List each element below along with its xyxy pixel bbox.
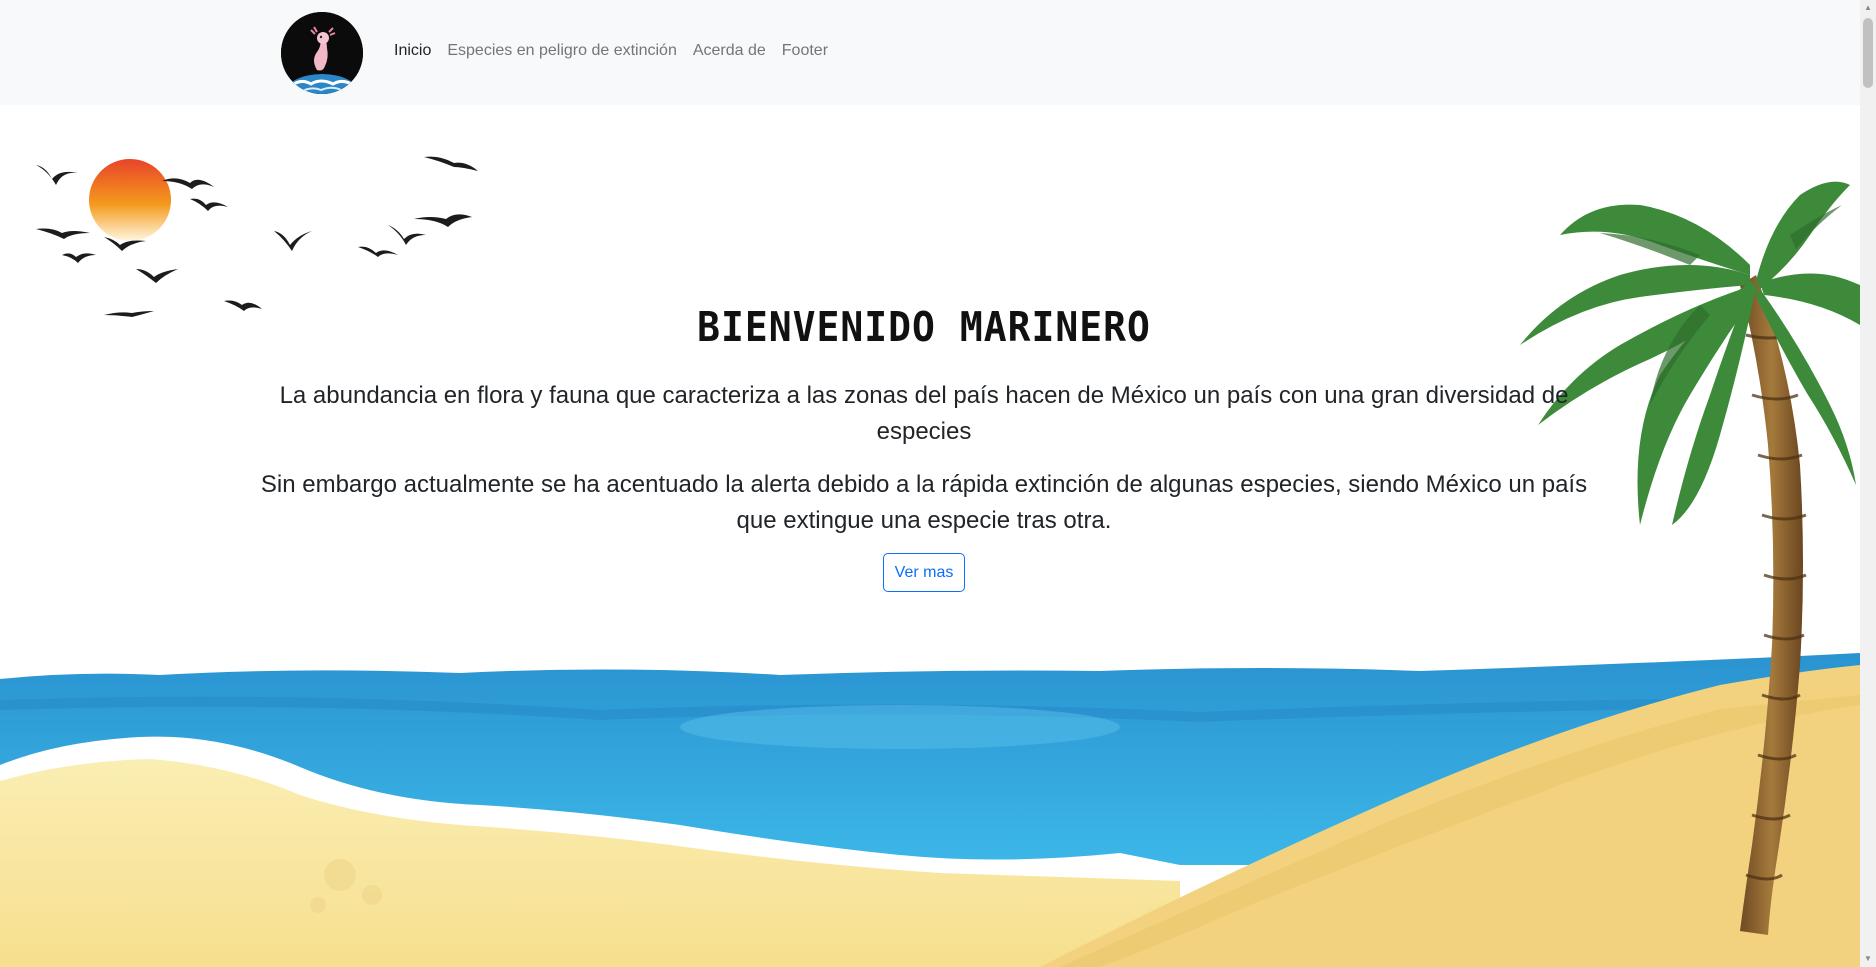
brand-logo[interactable] [281,12,363,94]
scroll-thumb[interactable] [1863,18,1873,88]
scrollbar[interactable]: ▲ ▼ [1860,0,1876,967]
scroll-down-arrow-icon[interactable]: ▼ [1863,954,1873,964]
nav-link-especies[interactable]: Especies en peligro de extinción [439,42,684,60]
ver-mas-button[interactable]: Ver mas [883,553,965,592]
sun-icon [89,159,171,241]
scroll-up-arrow-icon[interactable]: ▲ [1863,3,1873,13]
nav-link-acerca[interactable]: Acerda de [685,42,774,60]
hero-paragraph-2: Sin embargo actualmente se ha acentuado … [260,471,1588,534]
nav-link-footer[interactable]: Footer [774,42,836,60]
hero-paragraph-1: La abundancia en flora y fauna que carac… [279,382,1569,445]
nav-links: Inicio Especies en peligro de extinción … [386,42,836,60]
navbar: Inicio Especies en peligro de extinción … [0,0,1860,105]
nav-link-inicio[interactable]: Inicio [386,42,439,60]
hero-title: BIENVENIDO MARINERO [697,303,1151,351]
hero-section: BIENVENIDO MARINERO La abundancia en flo… [0,105,1860,967]
axolotl-earth-logo-icon [281,12,363,94]
